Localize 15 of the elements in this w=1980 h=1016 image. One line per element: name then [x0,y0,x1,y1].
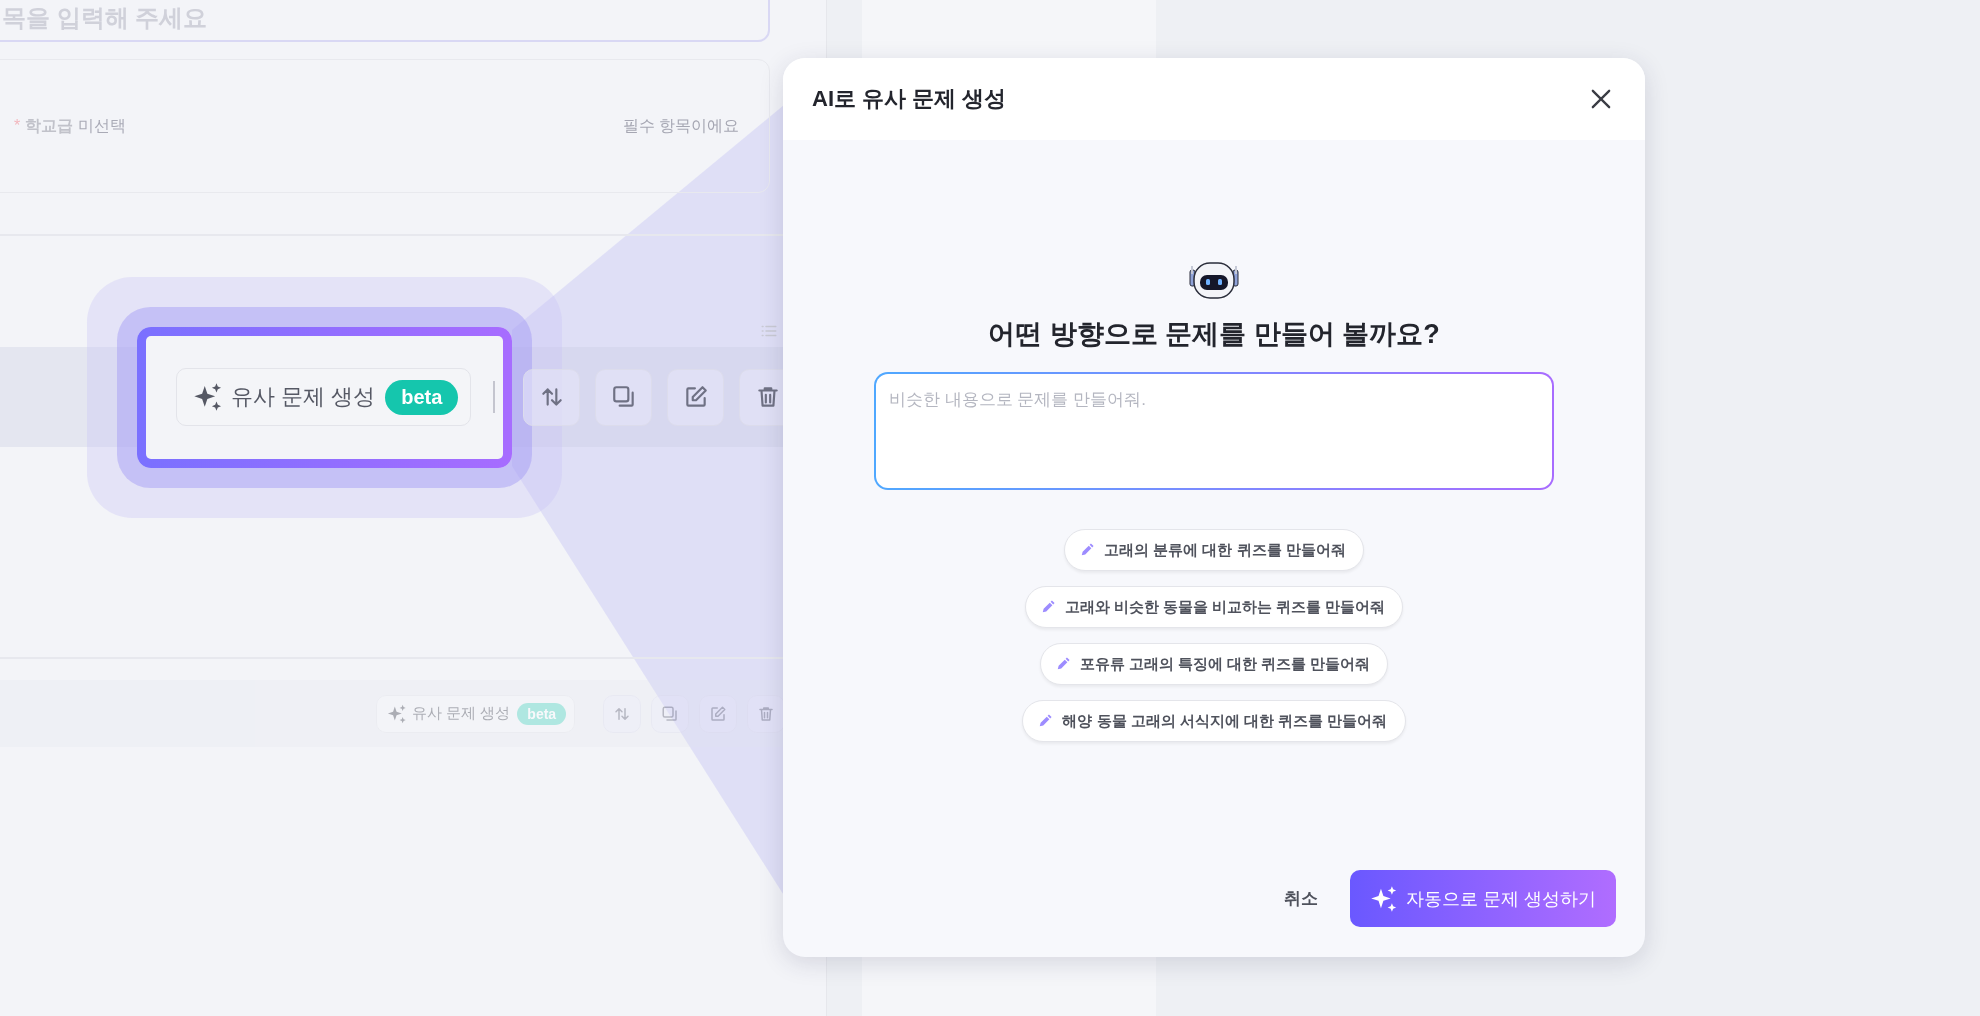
field-value: 미선택 [78,115,127,136]
prompt-field[interactable]: 비슷한 내용으로 문제를 만들어줘. [874,372,1554,490]
beta-badge: beta [517,702,567,725]
dialog-heading: 어떤 방향으로 문제를 만들어 볼까요? [988,318,1440,351]
suggestion-chip[interactable]: 포유류 고래의 특징에 대한 퀴즈를 만들어줘 [1039,643,1389,685]
dialog-title: AI로 유사 문제 생성 [812,85,1007,113]
suggestion-chip[interactable]: 고래와 비슷한 동물을 비교하는 퀴즈를 만들어줘 [1024,586,1404,628]
beta-badge: beta [385,379,459,415]
generate-button[interactable]: 자동으로 문제 생성하기 [1350,870,1616,927]
suggestion-chip[interactable]: 고래의 분류에 대한 퀴즈를 만들어줘 [1064,529,1364,571]
validation-message: 필수 항목이에요 [622,115,739,136]
similar-question-button[interactable]: 유사 문제 생성 beta [176,368,472,426]
suggestion-chip[interactable]: 해양 동물 고래의 서식지에 대한 퀴즈를 만들어줘 [1022,700,1406,742]
required-mark: * [14,117,21,135]
cancel-button[interactable]: 취소 [1280,883,1322,914]
